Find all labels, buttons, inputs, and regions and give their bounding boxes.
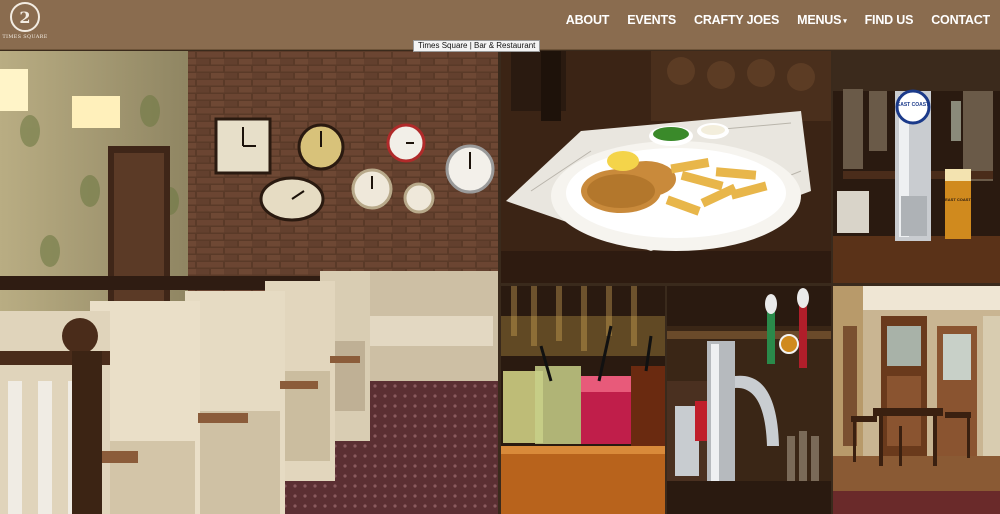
nav-about[interactable]: ABOUT [557,13,618,27]
chrome-taps-image [667,286,831,514]
gallery-photo-dining-area[interactable] [833,286,1000,514]
photo-gallery: EAST COAST EAST COAST [0,51,1000,514]
beer-tap-image: EAST COAST EAST COAST [833,51,1000,283]
booth-scene-image [0,51,498,514]
pump-badge-text: EAST COAST [897,102,929,108]
cocktails-image [501,286,665,514]
chevron-down-icon: ▾ [843,18,847,25]
logo-text: TIMES SQUARE [2,34,48,40]
main-nav: ABOUT EVENTS CRAFTY JOES MENUS ▾ FIND US … [557,0,990,40]
nav-events-label: EVENTS [627,13,677,27]
gallery-photo-booths[interactable] [0,51,498,514]
nav-find-us[interactable]: FIND US [856,13,923,27]
fish-chips-image [501,51,831,283]
nav-crafty-joes[interactable]: CRAFTY JOES [685,13,788,27]
glass-label-text: EAST COAST [945,197,971,202]
gallery-photo-fish-chips[interactable] [501,51,831,283]
gallery-photo-chrome-taps[interactable] [667,286,831,514]
nav-about-label: ABOUT [565,13,610,27]
dining-area-image [833,286,1000,514]
title-tooltip: Times Square | Bar & Restaurant [413,40,541,52]
nav-contact-label: CONTACT [931,13,990,27]
nav-crafty-joes-label: CRAFTY JOES [694,13,780,27]
nav-menus[interactable]: MENUS ▾ [788,13,855,27]
gallery-photo-beer-tap[interactable]: EAST COAST EAST COAST [833,51,1000,283]
nav-find-us-label: FIND US [864,13,914,27]
site-logo[interactable]: 2 TIMES SQUARE [2,2,47,46]
gallery-photo-cocktails[interactable] [501,286,665,514]
nav-contact[interactable]: CONTACT [922,13,990,27]
logo-emblem: 2 [10,2,40,32]
nav-menus-label: MENUS [797,13,842,27]
nav-events[interactable]: EVENTS [618,13,685,27]
